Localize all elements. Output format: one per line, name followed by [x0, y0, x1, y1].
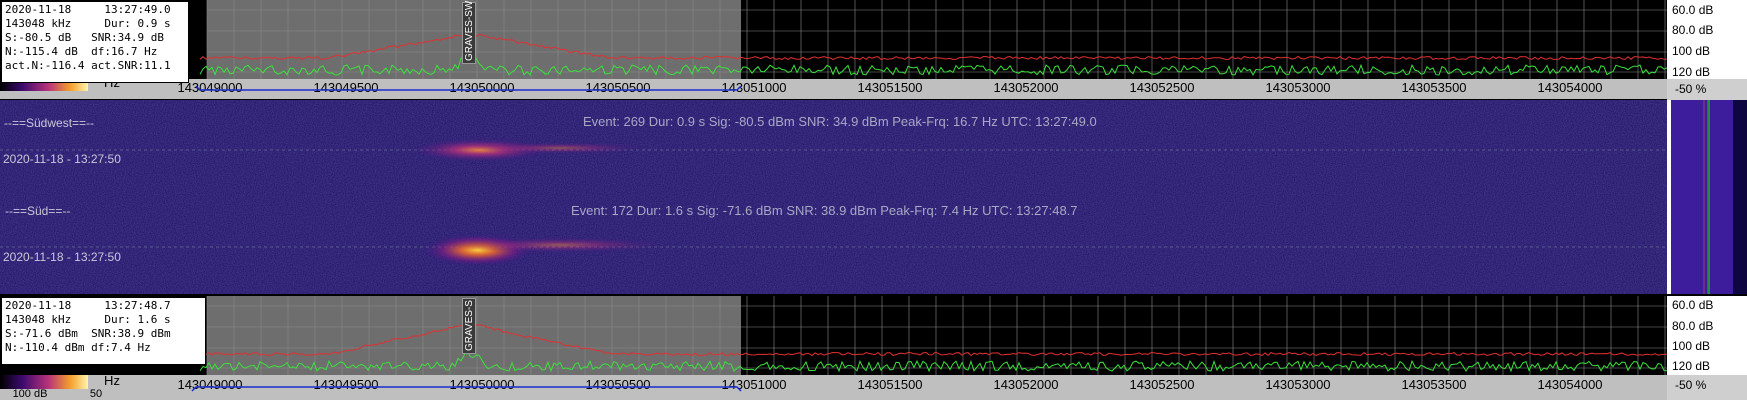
info-dur: Dur: 0.9 s	[104, 17, 171, 30]
waterfall-canvas	[0, 100, 1667, 294]
db-label-80: 80.0 dB	[1672, 23, 1714, 37]
marker-label: GRAVES-S	[464, 300, 475, 351]
bottom-spectrum-panel[interactable]: GRAVES-S	[0, 296, 1667, 375]
graves-s-marker: GRAVES-S	[462, 298, 476, 354]
info-act-snr: act.SNR:11.1	[91, 59, 171, 72]
top-info-box: 2020-11-18 13:27:49.0 143048 kHz Dur: 0.…	[1, 1, 189, 83]
top-frequency-ruler[interactable]: Hz 143049000 143049500 143050000 143050500 1…	[0, 79, 1667, 99]
percent-bottom: -50 %	[1675, 378, 1707, 392]
marker-label: GRAVES-SW	[464, 0, 475, 61]
channel-southwest-timestamp: 2020-11-18 - 13:27:50	[3, 152, 121, 166]
channel-south-timestamp: 2020-11-18 - 13:27:50	[3, 250, 121, 264]
bottom-db-axis: 60.0 dB 80.0 dB 100 dB 120 dB	[1667, 296, 1747, 375]
info-dur: Dur: 1.6 s	[104, 313, 171, 326]
channel-southwest-event: Event: 269 Dur: 0.9 s Sig: -80.5 dBm SNR…	[583, 114, 1097, 129]
top-spectrum-panel[interactable]: GRAVES-SW	[0, 0, 1667, 79]
graves-sw-marker: GRAVES-SW	[462, 0, 476, 64]
info-snr: SNR:38.9 dBm	[91, 327, 171, 340]
db-label-120: 120 dB	[1672, 65, 1711, 79]
top-spectrum-grid	[199, 0, 1667, 79]
top-right-strip: -50 %	[1667, 79, 1747, 100]
percent-top: -50 %	[1675, 82, 1707, 96]
level-meter-line-1	[1703, 100, 1705, 294]
bottom-info-box: 2020-11-18 13:27:48.7 143048 kHz Dur: 1.…	[1, 297, 206, 365]
info-date: 2020-11-18	[5, 3, 72, 16]
info-act-noise: act.N:-116.4	[5, 59, 85, 72]
channel-south-event: Event: 172 Dur: 1.6 s Sig: -71.6 dBm SNR…	[571, 203, 1078, 218]
db-label-80: 80.0 dB	[1672, 319, 1714, 333]
level-meter-edge	[1667, 100, 1671, 294]
info-df: df:7.4 Hz	[91, 341, 151, 354]
waterfall-display[interactable]: --==Südwest==-- Event: 269 Dur: 0.9 s Si…	[0, 100, 1667, 294]
bottom-frequency-ruler[interactable]: 100 dB 50 Hz 143049000 143049500 143050000…	[0, 375, 1667, 400]
info-signal: S:-71.6 dBm	[5, 327, 78, 340]
bottom-spectrum-grid	[199, 296, 1667, 375]
info-time: 13:27:49.0	[104, 3, 171, 16]
info-freq: 143048 kHz	[5, 17, 72, 30]
info-freq: 143048 kHz	[5, 313, 72, 326]
db-label-60: 60.0 dB	[1672, 3, 1714, 17]
db-label-100: 100 dB	[1672, 44, 1711, 58]
level-meter-line-3	[1708, 100, 1710, 294]
bottom-right-strip: -50 %	[1667, 375, 1747, 400]
info-df: df:16.7 Hz	[91, 45, 158, 58]
db-label-120: 120 dB	[1672, 359, 1711, 373]
info-date: 2020-11-18	[5, 299, 72, 312]
info-snr: SNR:34.9 dB	[91, 31, 164, 44]
top-db-axis: 60.0 dB 80.0 dB 100 dB 120 dB	[1667, 0, 1747, 79]
channel-south-label: --==Süd==--	[5, 204, 71, 218]
level-meter-panel	[1667, 100, 1747, 294]
db-label-60: 60.0 dB	[1672, 298, 1714, 312]
level-meter-dark-band	[1733, 100, 1747, 294]
info-noise: N:-110.4 dBm	[5, 341, 85, 354]
channel-southwest-label: --==Südwest==--	[4, 116, 95, 130]
db-label-100: 100 dB	[1672, 339, 1711, 353]
info-noise: N:-115.4 dB	[5, 45, 78, 58]
bottom-selection-bracket	[191, 386, 742, 392]
info-time: 13:27:48.7	[104, 299, 171, 312]
top-selection-bracket	[195, 85, 742, 91]
info-signal: S:-80.5 dB	[5, 31, 72, 44]
